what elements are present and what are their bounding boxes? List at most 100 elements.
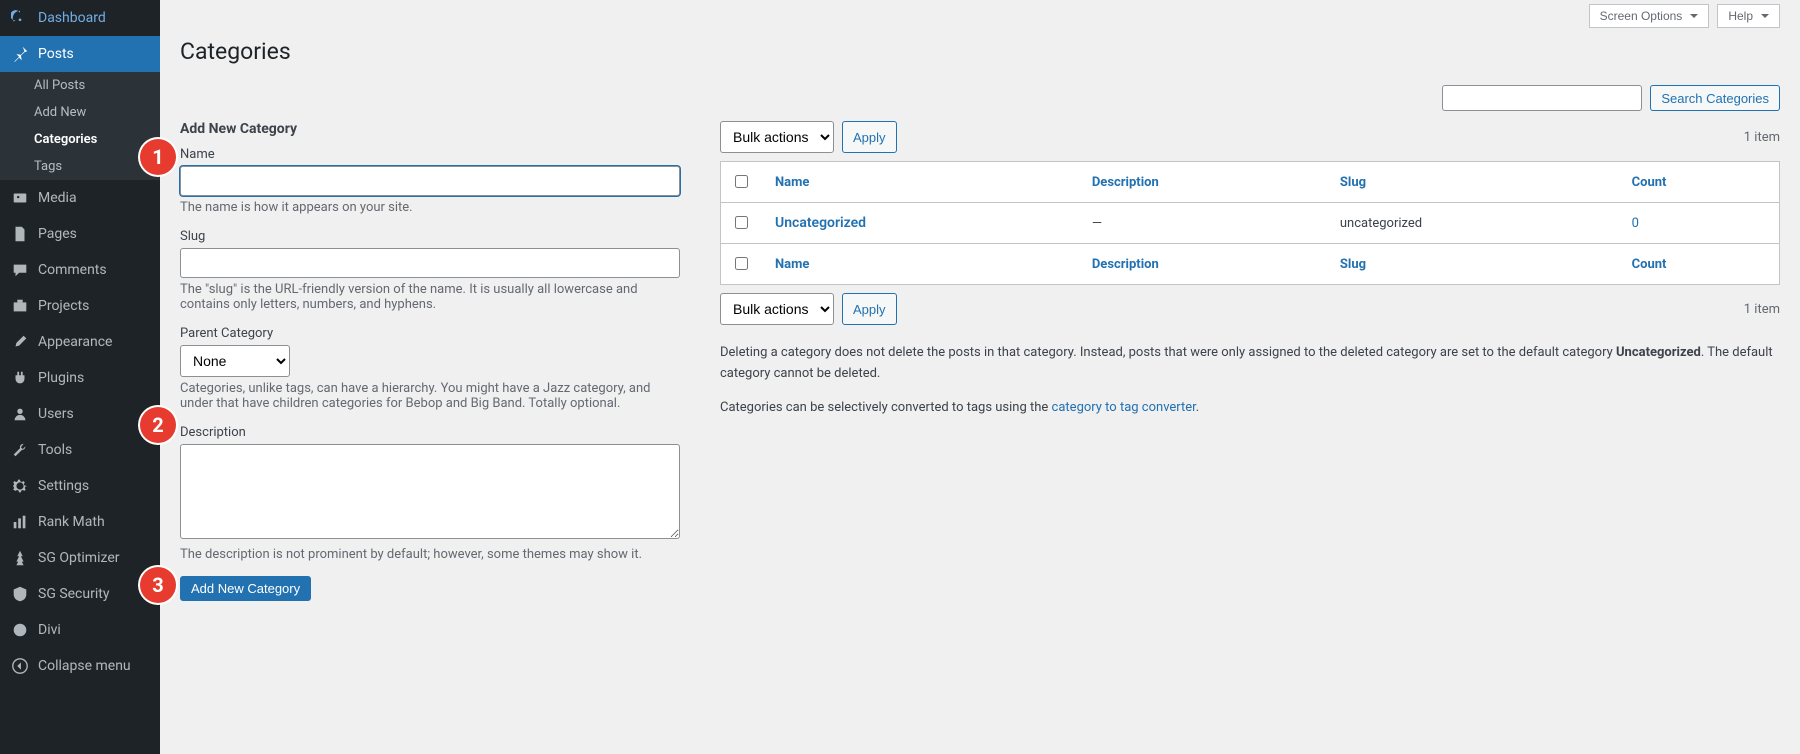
info-line1-b: Uncategorized	[1616, 345, 1701, 360]
sidebar-item-projects[interactable]: Projects	[0, 288, 160, 324]
categories-list: Bulk actions Apply 1 item Name Descripti…	[720, 121, 1780, 601]
item-count-bottom: 1 item	[1744, 302, 1780, 317]
sidebar-item-settings[interactable]: Settings	[0, 468, 160, 504]
sidebar-item-label: Pages	[38, 226, 77, 242]
annotation-marker-3: 3	[140, 567, 176, 603]
col-count-foot[interactable]: Count	[1632, 257, 1667, 272]
pin-icon	[10, 44, 30, 64]
divi-icon	[10, 620, 30, 640]
sidebar-item-label: Plugins	[38, 370, 84, 386]
row-count-link[interactable]: 0	[1632, 216, 1639, 231]
bulk-actions-bottom[interactable]: Bulk actions	[720, 293, 834, 325]
sidebar-item-label: Dashboard	[38, 10, 106, 26]
col-description-foot[interactable]: Description	[1092, 257, 1159, 272]
apply-button-bottom[interactable]: Apply	[842, 293, 897, 325]
slug-input[interactable]	[180, 248, 680, 278]
name-label: Name	[180, 147, 680, 162]
sidebar-item-rank-math[interactable]: Rank Math	[0, 504, 160, 540]
sidebar-item-label: SG Security	[38, 586, 109, 602]
add-new-category-button[interactable]: Add New Category	[180, 576, 311, 601]
info-line2-a: Categories can be selectively converted …	[720, 400, 1052, 415]
col-slug[interactable]: Slug	[1340, 175, 1366, 190]
page-title: Categories	[180, 38, 1780, 65]
col-name-foot[interactable]: Name	[775, 257, 809, 272]
sg-icon	[10, 548, 30, 568]
main-content: Screen Options Help Categories Search Ca…	[160, 0, 1800, 754]
parent-label: Parent Category	[180, 326, 680, 341]
annotation-marker-1: 1	[140, 139, 176, 175]
tablenav-top: Bulk actions Apply 1 item	[720, 121, 1780, 153]
sidebar-item-dashboard[interactable]: Dashboard	[0, 0, 160, 36]
media-icon	[10, 188, 30, 208]
collapse-icon	[10, 656, 30, 676]
sidebar-item-sg-security[interactable]: SG Security	[0, 576, 160, 612]
sidebar-item-label: Settings	[38, 478, 89, 494]
description-help: The description is not prominent by defa…	[180, 547, 680, 562]
row-name-link[interactable]: Uncategorized	[775, 215, 866, 231]
sidebar-item-divi[interactable]: Divi	[0, 612, 160, 648]
sidebar-item-tools[interactable]: Tools	[0, 432, 160, 468]
search-input[interactable]	[1442, 85, 1642, 111]
info-line1-a: Deleting a category does not delete the …	[720, 345, 1616, 360]
category-to-tag-converter-link[interactable]: category to tag converter	[1052, 400, 1196, 415]
sidebar-sub-categories[interactable]: Categories	[0, 126, 160, 153]
name-input[interactable]	[180, 166, 680, 196]
sidebar-item-media[interactable]: Media	[0, 180, 160, 216]
sidebar-sub-add-new[interactable]: Add New	[0, 99, 160, 126]
col-slug-foot[interactable]: Slug	[1340, 257, 1366, 272]
sidebar-item-comments[interactable]: Comments	[0, 252, 160, 288]
sidebar-item-appearance[interactable]: Appearance	[0, 324, 160, 360]
dashboard-icon	[10, 8, 30, 28]
sidebar-item-label: Rank Math	[38, 514, 105, 530]
sidebar-item-label: Posts	[38, 46, 74, 62]
annotation-marker-2: 2	[140, 407, 176, 443]
info-text: Deleting a category does not delete the …	[720, 343, 1780, 418]
screen-meta: Screen Options Help	[180, 0, 1780, 28]
sidebar-item-plugins[interactable]: Plugins	[0, 360, 160, 396]
col-count[interactable]: Count	[1632, 175, 1667, 190]
item-count-top: 1 item	[1744, 130, 1780, 145]
posts-submenu: All Posts Add New Categories Tags	[0, 72, 160, 180]
help-button[interactable]: Help	[1717, 4, 1780, 28]
row-select[interactable]	[735, 216, 748, 229]
sidebar-sub-all-posts[interactable]: All Posts	[0, 72, 160, 99]
parent-help: Categories, unlike tags, can have a hier…	[180, 381, 680, 411]
categories-table: Name Description Slug Count Uncategorize…	[720, 161, 1780, 285]
sidebar-item-label: Divi	[38, 622, 61, 638]
comment-icon	[10, 260, 30, 280]
description-label: Description	[180, 425, 680, 440]
col-name[interactable]: Name	[775, 175, 809, 190]
sidebar-item-sg-optimizer[interactable]: SG Optimizer	[0, 540, 160, 576]
sidebar-item-label: Users	[38, 406, 74, 422]
sidebar-sub-tags[interactable]: Tags	[0, 153, 160, 180]
select-all-bottom[interactable]	[735, 257, 748, 270]
gear-icon	[10, 476, 30, 496]
shield-icon	[10, 584, 30, 604]
description-textarea[interactable]	[180, 444, 680, 539]
tool-icon	[10, 440, 30, 460]
select-all-top[interactable]	[735, 175, 748, 188]
slug-label: Slug	[180, 229, 680, 244]
sidebar-item-label: Appearance	[38, 334, 112, 350]
parent-select[interactable]: None	[180, 345, 290, 377]
row-slug: uncategorized	[1330, 203, 1622, 244]
name-help: The name is how it appears on your site.	[180, 200, 680, 215]
sidebar-item-label: Media	[38, 190, 77, 206]
add-category-form: 1 2 3 Add New Category Name The name is …	[180, 121, 680, 601]
sidebar-item-users[interactable]: Users	[0, 396, 160, 432]
user-icon	[10, 404, 30, 424]
sidebar-item-collapse[interactable]: Collapse menu	[0, 648, 160, 684]
sidebar-item-pages[interactable]: Pages	[0, 216, 160, 252]
sidebar-item-label: Projects	[38, 298, 89, 314]
search-categories-button[interactable]: Search Categories	[1650, 85, 1780, 111]
bulk-actions-top[interactable]: Bulk actions	[720, 121, 834, 153]
admin-sidebar: Dashboard Posts All Posts Add New Catego…	[0, 0, 160, 754]
col-description[interactable]: Description	[1092, 175, 1159, 190]
tablenav-bottom: Bulk actions Apply 1 item	[720, 293, 1780, 325]
apply-button-top[interactable]: Apply	[842, 121, 897, 153]
sidebar-item-posts[interactable]: Posts	[0, 36, 160, 72]
screen-options-button[interactable]: Screen Options	[1589, 4, 1710, 28]
brush-icon	[10, 332, 30, 352]
sidebar-item-label: SG Optimizer	[38, 550, 119, 566]
page-icon	[10, 224, 30, 244]
